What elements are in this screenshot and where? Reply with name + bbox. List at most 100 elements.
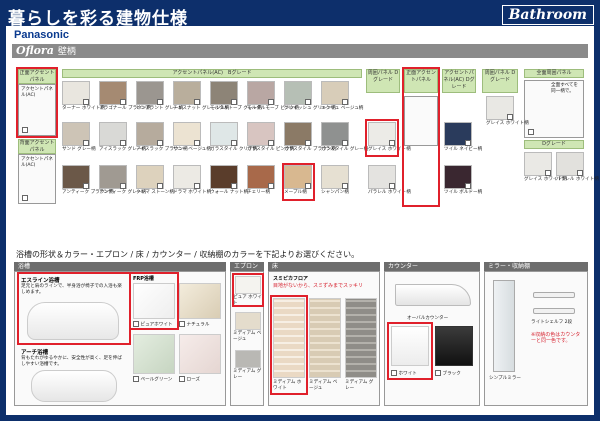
swatch-checkbox[interactable] — [507, 114, 513, 120]
mirror-note: ※収納の色はカウンターと同一色です。 — [531, 332, 581, 344]
highlight-side-grace — [365, 119, 399, 157]
swatch-checkbox[interactable] — [83, 140, 89, 146]
swatch-checkbox[interactable] — [83, 183, 89, 189]
swatch-checkbox[interactable] — [465, 183, 471, 189]
swatch-checkbox[interactable] — [465, 140, 471, 146]
highlight-tub-type — [17, 272, 131, 345]
apron-bar: エプロン — [230, 262, 264, 271]
swatch-r1-1[interactable]: フラゴナール ブラウン柄 — [99, 81, 151, 112]
counter-black-label: ブラック — [442, 371, 461, 377]
swatch-r3-3[interactable]: ドラマ ホワイト柄 — [173, 165, 212, 196]
swatch-checkbox[interactable] — [268, 183, 274, 189]
swatch-r2-1[interactable]: アイスラック グレー柄 — [99, 122, 146, 153]
swatch-checkbox[interactable] — [120, 183, 126, 189]
swatch-r3-7[interactable]: シャンパン柄 — [321, 165, 349, 196]
tub-type2-label: アーチ浴槽 — [21, 350, 49, 356]
swatch-side-1[interactable]: パラレル ホワイト柄 — [368, 165, 411, 196]
swatch-r2-3[interactable]: サニー ベージュ柄 — [173, 122, 211, 153]
swatch-checkbox[interactable] — [194, 183, 200, 189]
apron-beige-label: ミディアム ベージュ — [233, 331, 262, 342]
tag-side-d: 周囲パネル Dグレード — [366, 69, 400, 93]
swatch-checkbox[interactable] — [342, 183, 348, 189]
swatch-label: ガラスタイル クリア柄 — [210, 147, 258, 152]
swatch-checkbox[interactable] — [268, 99, 274, 105]
swatch-checkbox[interactable] — [389, 183, 395, 189]
tub-color-green — [133, 334, 175, 374]
swatch-label: ターナー ホワイト柄 — [62, 106, 105, 111]
swatch-full-0[interactable]: グレイス ホワイト柄 — [524, 152, 567, 183]
full-checkbox[interactable] — [528, 129, 534, 135]
swatch-r1-5[interactable]: モルタルモーブ ピンク柄 — [247, 81, 299, 112]
swatch-r2-0[interactable]: サンド グレー柄 — [62, 122, 96, 153]
swatch-label: グレイッシュ グリーン柄 — [284, 106, 336, 111]
swatch-checkbox[interactable] — [194, 140, 200, 146]
swatch-checkbox[interactable] — [342, 140, 348, 146]
swatch-checkbox[interactable] — [194, 99, 200, 105]
swatch-r1-2[interactable]: レンブラント グレー柄 — [136, 81, 183, 112]
highlight-maple — [282, 163, 315, 201]
swatch-r2-2[interactable]: アイスラック ブラウン柄 — [136, 122, 188, 153]
tub-color-rose — [179, 334, 221, 374]
swatch-r2-6[interactable]: ガラスタイル ブラウン柄 — [284, 122, 336, 153]
highlight-floor — [270, 295, 308, 395]
swatch-r3-2[interactable]: クレマ ストーン柄 — [136, 165, 174, 196]
swatch-r1-7[interactable]: エクリュ ベージュ柄 — [321, 81, 363, 112]
swatch-r1-4[interactable]: モルタルトープ グレー柄 — [210, 81, 262, 112]
options-heading: 浴槽の形状＆カラー・エプロン / 床 / カウンター / 収納棚のカラーを下記よ… — [16, 250, 360, 259]
swatch-r2-4[interactable]: ガラスタイル クリア柄 — [210, 122, 258, 153]
swatch-checkbox[interactable] — [342, 99, 348, 105]
tub-green-checkbox[interactable] — [133, 376, 139, 382]
swatch-r1-6[interactable]: グレイッシュ グリーン柄 — [284, 81, 336, 112]
swatch-peri-0[interactable]: グレイス ホワイト柄 — [486, 96, 529, 127]
tag-ac-b: アクセントパネル(AC) Bグレード — [62, 69, 362, 78]
counter-black-swatch — [435, 326, 473, 366]
swatch-full-1[interactable]: パラレル ホワイト柄 — [556, 152, 599, 183]
shelf-name: ライトシェルフ 2段 — [531, 320, 573, 325]
swatch-label: ドラマ ホワイト柄 — [173, 190, 212, 195]
swatch-label: シャンパン柄 — [321, 190, 349, 195]
highlight-accent-back — [16, 67, 58, 138]
tub-panel: エスライン浴槽 足元と肩のラインで、半身浴が椅子での入浴も楽しめます。 アーチ浴… — [14, 271, 226, 406]
swatch-checkbox[interactable] — [231, 140, 237, 146]
swatch-r3-4[interactable]: ウォール ナット柄 — [210, 165, 248, 196]
swatch-checkbox[interactable] — [231, 183, 237, 189]
accent-side-checkbox[interactable] — [22, 195, 28, 201]
swatch-r2-5[interactable]: ガラスタイル ピンク柄 — [247, 122, 294, 153]
swatch-checkbox[interactable] — [157, 140, 163, 146]
swatch-label: クレマ ストーン柄 — [136, 190, 174, 195]
swatch-checkbox[interactable] — [83, 99, 89, 105]
swatch-front-1[interactable]: ツイル ボルドー柄 — [444, 165, 482, 196]
swatch-checkbox[interactable] — [120, 140, 126, 146]
counter-black-checkbox[interactable] — [435, 370, 441, 376]
swatch-checkbox[interactable] — [157, 99, 163, 105]
floor-gray-label: ミディアム グレー — [345, 380, 374, 391]
swatch-checkbox[interactable] — [231, 99, 237, 105]
swatch-r3-5[interactable]: チェリー柄 — [247, 165, 275, 196]
swatch-r1-0[interactable]: ターナー ホワイト柄 — [62, 81, 105, 112]
swatch-checkbox[interactable] — [305, 140, 311, 146]
swatch-r2-7[interactable]: ガラスタイル グレー柄 — [321, 122, 368, 153]
swatch-r3-0[interactable]: アンティーク ブラウン柄 — [62, 165, 114, 196]
mirror-panel: シンプルミラー ライトシェルフ 2段 ※収納の色はカウンターと同一色です。 — [484, 271, 588, 406]
swatch-checkbox[interactable] — [545, 170, 551, 176]
tub-natural-checkbox[interactable] — [179, 321, 185, 327]
swatch-r1-3[interactable]: チュスナット グレージュ柄 — [173, 81, 229, 112]
mirror-bar: ミラー・収納棚 — [484, 262, 588, 271]
tub-rose-checkbox[interactable] — [179, 376, 185, 382]
tag-full: 全面周囲パネル — [524, 69, 584, 78]
mirror-image — [493, 280, 515, 372]
swatch-checkbox[interactable] — [577, 170, 583, 176]
highlight-tub-color — [129, 272, 179, 330]
apron-swatch-beige — [235, 312, 261, 330]
swatch-checkbox[interactable] — [120, 99, 126, 105]
swatch-label: モルタルトープ グレー柄 — [210, 106, 262, 111]
swatch-checkbox[interactable] — [268, 140, 274, 146]
tub-rose-label: ローズ — [186, 377, 201, 383]
swatch-checkbox[interactable] — [305, 99, 311, 105]
accent-side-box: アクセントパネル(AC) — [18, 154, 56, 204]
tag-accent-side: 背面アクセントパネル — [18, 139, 56, 154]
floor-beige-label: ミディアム ベージュ — [309, 380, 338, 391]
swatch-checkbox[interactable] — [157, 183, 163, 189]
swatch-front-0[interactable]: ツイル ネイビー柄 — [444, 122, 482, 153]
swatch-r3-1[interactable]: アンティーク グレー柄 — [99, 165, 146, 196]
